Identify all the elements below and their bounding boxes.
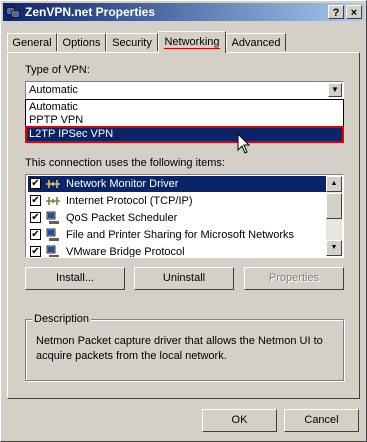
list-item[interactable]: ✔ VMware Bridge Protocol — [28, 244, 328, 258]
vpn-type-dropdown: Automatic PPTP VPN L2TP IPSec VPN — [25, 99, 344, 143]
item-label: VMware Bridge Protocol — [66, 246, 185, 258]
list-item[interactable]: ✔ Network Monitor Driver — [28, 176, 328, 192]
checkbox[interactable]: ✔ — [30, 195, 41, 206]
scroll-thumb[interactable] — [326, 193, 342, 219]
list-item[interactable]: ✔ File and Printer Sharing for Microsoft… — [28, 227, 328, 243]
list-item[interactable]: ✔ Internet Protocol (TCP/IP) — [28, 193, 328, 209]
vpn-type-select[interactable]: Automatic ▼ — [25, 81, 344, 99]
window-title: ZenVPN.net Properties — [25, 5, 156, 19]
vpn-type-value: Automatic — [29, 84, 78, 96]
checkbox[interactable]: ✔ — [30, 229, 41, 240]
title-bar[interactable]: ZenVPN.net Properties ? × — [3, 3, 364, 21]
network-service-icon — [46, 228, 59, 241]
close-button[interactable]: × — [346, 5, 362, 19]
description-text: Netmon Packet capture driver that allows… — [36, 335, 323, 362]
vpn-option-l2tp[interactable]: L2TP IPSec VPN — [25, 126, 344, 143]
items-list[interactable]: ✔ Network Monitor Driver ✔ Internet Prot… — [25, 174, 344, 258]
scroll-up-icon[interactable]: ▲ — [326, 176, 342, 192]
description-legend: Description — [32, 313, 92, 325]
item-label: QoS Packet Scheduler — [66, 212, 178, 224]
uninstall-button[interactable]: Uninstall — [134, 267, 234, 290]
properties-dialog: ZenVPN.net Properties ? × General Option… — [0, 0, 367, 442]
network-service-icon — [46, 245, 59, 257]
description-group: Description Netmon Packet capture driver… — [25, 313, 344, 381]
network-protocol-icon — [46, 197, 60, 205]
item-label: Network Monitor Driver — [66, 178, 179, 190]
ok-button[interactable]: OK — [202, 409, 277, 432]
properties-button[interactable]: Properties — [244, 267, 344, 290]
vpn-type-label: Type of VPN: — [25, 64, 90, 76]
items-label: This connection uses the following items… — [25, 157, 225, 169]
chevron-down-icon[interactable]: ▼ — [328, 83, 342, 97]
mouse-cursor-icon — [237, 133, 251, 154]
scroll-down-icon[interactable]: ▼ — [326, 240, 342, 256]
list-item[interactable]: ✔ QoS Packet Scheduler — [28, 210, 328, 226]
item-label: Internet Protocol (TCP/IP) — [66, 195, 193, 207]
checkbox[interactable]: ✔ — [30, 178, 41, 189]
tab-security[interactable]: Security — [106, 33, 158, 51]
tab-options[interactable]: Options — [57, 33, 106, 51]
vpn-option-pptp[interactable]: PPTP VPN — [27, 114, 342, 127]
help-button[interactable]: ? — [328, 5, 344, 19]
tab-networking[interactable]: Networking — [158, 31, 226, 53]
checkbox[interactable]: ✔ — [30, 246, 41, 257]
tab-networking-label: Networking — [164, 36, 220, 49]
network-protocol-icon — [46, 180, 60, 188]
items-scrollbar[interactable]: ▲ ▼ — [326, 176, 342, 256]
tab-advanced[interactable]: Advanced — [226, 33, 286, 51]
install-button[interactable]: Install... — [25, 267, 125, 290]
checkbox[interactable]: ✔ — [30, 212, 41, 223]
tab-general[interactable]: General — [7, 33, 57, 51]
network-service-icon — [46, 211, 59, 224]
network-connection-icon — [6, 7, 20, 18]
vpn-option-automatic[interactable]: Automatic — [27, 101, 342, 114]
item-label: File and Printer Sharing for Microsoft N… — [66, 229, 295, 241]
cancel-button[interactable]: Cancel — [284, 409, 359, 432]
